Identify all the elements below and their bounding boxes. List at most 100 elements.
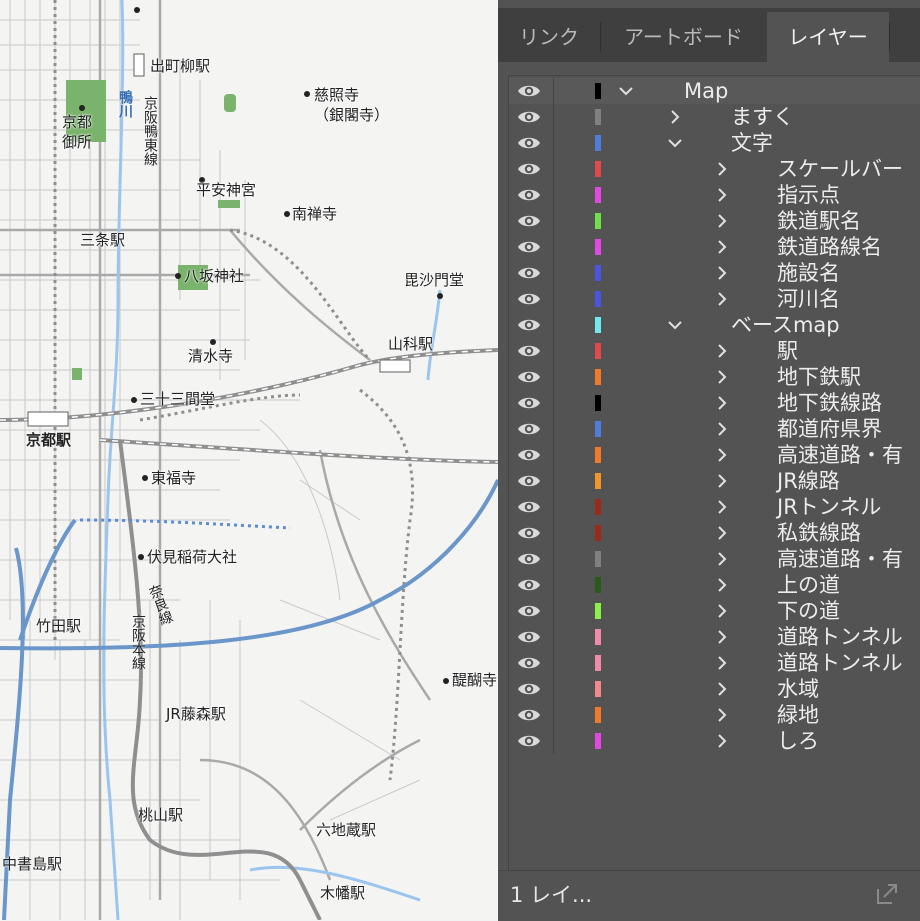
layer-row[interactable]: 都道府県界 [509,416,920,442]
eye-icon[interactable] [517,445,541,465]
eye-icon[interactable] [517,601,541,621]
eye-icon[interactable] [517,731,541,751]
layer-row[interactable]: 地下鉄線路 [509,390,920,416]
eye-icon[interactable] [517,315,541,335]
eye-icon[interactable] [517,341,541,361]
chevron-down-icon[interactable] [617,82,635,100]
chevron-right-icon[interactable] [713,238,731,256]
eye-icon[interactable] [517,471,541,491]
layer-row[interactable]: 駅 [509,338,920,364]
chevron-down-icon[interactable] [666,316,684,334]
eye-icon[interactable] [517,627,541,647]
tab-links[interactable]: リンク [498,12,600,62]
column-divider [553,338,554,364]
chevron-right-icon[interactable] [713,576,731,594]
layer-row[interactable]: しろ [509,728,920,754]
layer-row[interactable]: 下の道 [509,598,920,624]
chevron-right-icon[interactable] [713,368,731,386]
layer-row[interactable]: スケールバー [509,156,920,182]
tab-layers[interactable]: レイヤー [767,12,889,62]
layer-name: 水域 [777,677,819,701]
export-icon[interactable] [874,881,900,907]
layer-row[interactable]: 高速道路・有 [509,442,920,468]
chevron-right-icon[interactable] [713,550,731,568]
eye-icon[interactable] [517,549,541,569]
map-canvas[interactable]: 出町柳駅 鴨川 京阪鴨東線 京都 御所 慈照寺 （銀閣寺） 平安神宮 南禅寺 三… [0,0,498,920]
layer-color-swatch [595,707,601,723]
column-divider [553,312,554,338]
layer-row[interactable]: 私鉄線路 [509,520,920,546]
eye-icon[interactable] [517,653,541,673]
layer-row[interactable]: 地下鉄駅 [509,364,920,390]
eye-icon[interactable] [517,237,541,257]
label-kyoto-gosho-text: 京都 御所 [62,113,93,151]
eye-icon[interactable] [517,419,541,439]
eye-icon[interactable] [517,211,541,231]
eye-icon[interactable] [517,159,541,179]
eye-icon[interactable] [517,107,541,127]
layer-color-swatch [595,213,601,229]
chevron-right-icon[interactable] [713,524,731,542]
layer-name: 高速道路・有 [777,443,903,467]
eye-icon[interactable] [517,679,541,699]
chevron-right-icon[interactable] [713,160,731,178]
eye-icon[interactable] [517,523,541,543]
label-jishoji-text: 慈照寺 （銀閣寺） [314,86,390,124]
column-divider [553,234,554,260]
label-sanjo: 三条駅 [80,231,126,249]
eye-icon[interactable] [517,185,541,205]
layer-row[interactable]: 鉄道路線名 [509,234,920,260]
chevron-right-icon[interactable] [713,342,731,360]
layer-row[interactable]: 河川名 [509,286,920,312]
eye-icon[interactable] [517,81,541,101]
eye-icon[interactable] [517,497,541,517]
eye-icon[interactable] [517,575,541,595]
chevron-right-icon[interactable] [713,706,731,724]
layer-row[interactable]: 文字 [509,130,920,156]
chevron-right-icon[interactable] [713,290,731,308]
layer-row[interactable]: 緑地 [509,702,920,728]
layer-row[interactable]: JRトンネル [509,494,920,520]
chevron-right-icon[interactable] [713,186,731,204]
layer-row[interactable]: ベースmap [509,312,920,338]
layer-row[interactable]: 指示点 [509,182,920,208]
layer-row[interactable]: Map [509,78,920,104]
layer-row[interactable]: 鉄道駅名 [509,208,920,234]
chevron-right-icon[interactable] [713,212,731,230]
layer-row[interactable]: 上の道 [509,572,920,598]
eye-icon[interactable] [517,133,541,153]
layer-row[interactable]: 施設名 [509,260,920,286]
chevron-right-icon[interactable] [713,680,731,698]
layer-row[interactable]: 水域 [509,676,920,702]
eye-icon[interactable] [517,263,541,283]
chevron-right-icon[interactable] [713,394,731,412]
eye-icon[interactable] [517,393,541,413]
eye-icon[interactable] [517,705,541,725]
layer-color-swatch [595,655,601,671]
layer-name: 駅 [777,339,798,363]
chevron-right-icon[interactable] [713,264,731,282]
label-kamogawa: 鴨川 [117,90,133,118]
eye-icon[interactable] [517,289,541,309]
layer-row[interactable]: 道路トンネル [509,650,920,676]
chevron-right-icon[interactable] [713,498,731,516]
chevron-right-icon[interactable] [713,472,731,490]
eye-icon[interactable] [517,367,541,387]
layer-row[interactable]: ますく [509,104,920,130]
chevron-right-icon[interactable] [713,420,731,438]
chevron-right-icon[interactable] [666,108,684,126]
layer-row[interactable]: 高速道路・有 [509,546,920,572]
chevron-right-icon[interactable] [713,602,731,620]
layer-name: スケールバー [777,157,903,181]
chevron-right-icon[interactable] [713,732,731,750]
label-heian-jingu: 平安神宮 [196,181,257,199]
tab-artboards[interactable]: アートボード [601,12,766,62]
chevron-right-icon[interactable] [713,654,731,672]
chevron-right-icon[interactable] [713,628,731,646]
chevron-right-icon[interactable] [713,446,731,464]
layer-list: Map ますく 文字 スケールバー 指示点 鉄道駅名 鉄道路線名 施設名 河川名 ベースmap 駅地… [508,75,920,871]
chevron-down-icon[interactable] [666,134,684,152]
layers-panel: リンク アートボード レイヤー Map ますく 文字 スケールバー 指示点 鉄道駅名 鉄道路… [498,0,920,921]
layer-row[interactable]: 道路トンネル [509,624,920,650]
layer-row[interactable]: JR線路 [509,468,920,494]
